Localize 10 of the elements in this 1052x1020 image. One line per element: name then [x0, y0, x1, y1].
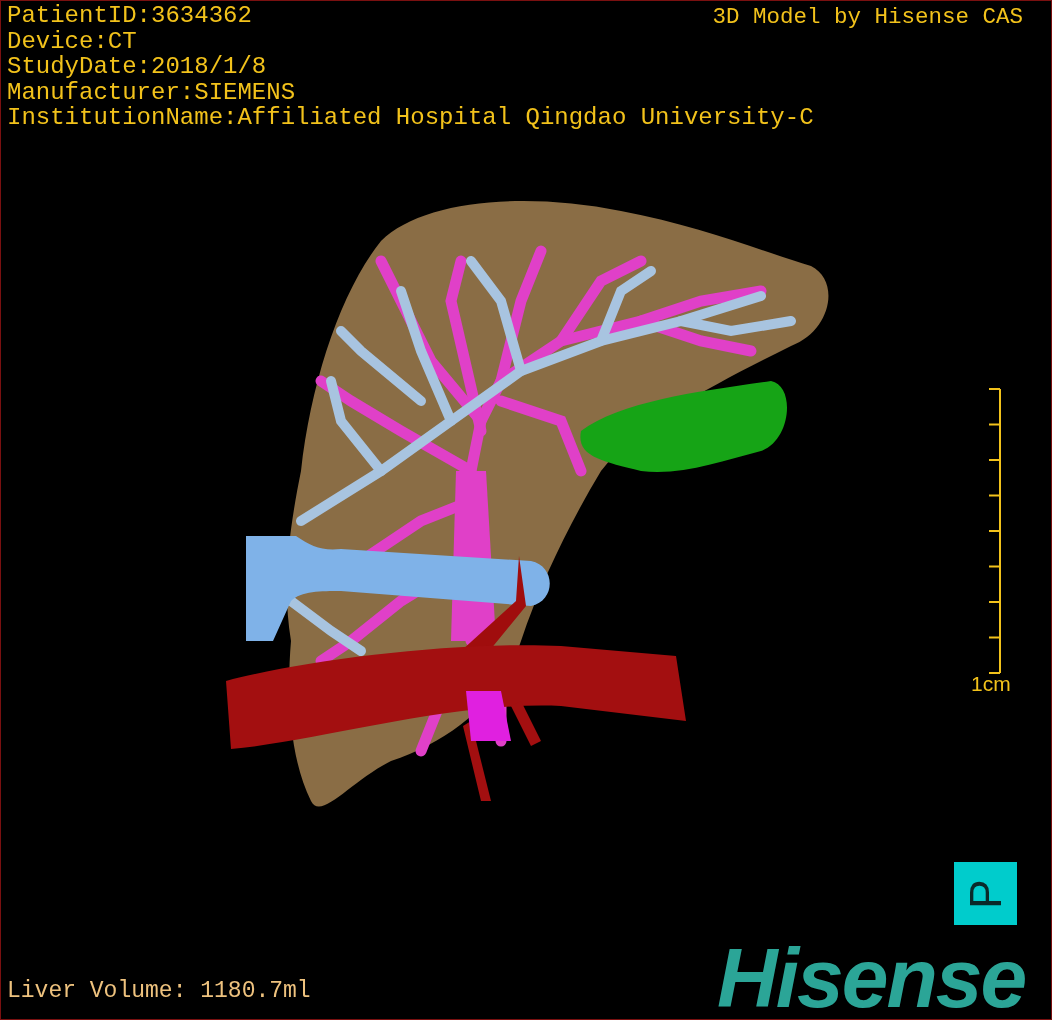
orientation-cube[interactable]: P — [954, 862, 1017, 925]
logo: Hisense — [717, 936, 1026, 1019]
liver-volume-text: Liver Volume: 1180.7ml — [7, 978, 311, 1004]
viewer-title: 3D Model by Hisense CAS — [712, 4, 1023, 30]
study-info-text: PatientID:3634362 — [7, 3, 252, 29]
study-info-text: Manufacturer:SIEMENS — [7, 79, 296, 105]
scale-label: 1cm — [971, 672, 1011, 696]
study-info-text: StudyDate:2018/1/8 — [7, 54, 267, 80]
study-info-text: Device:CT — [7, 28, 137, 54]
study-info-text: InstitutionName:Affiliated Hospital Qingdao University-C — [7, 105, 814, 131]
